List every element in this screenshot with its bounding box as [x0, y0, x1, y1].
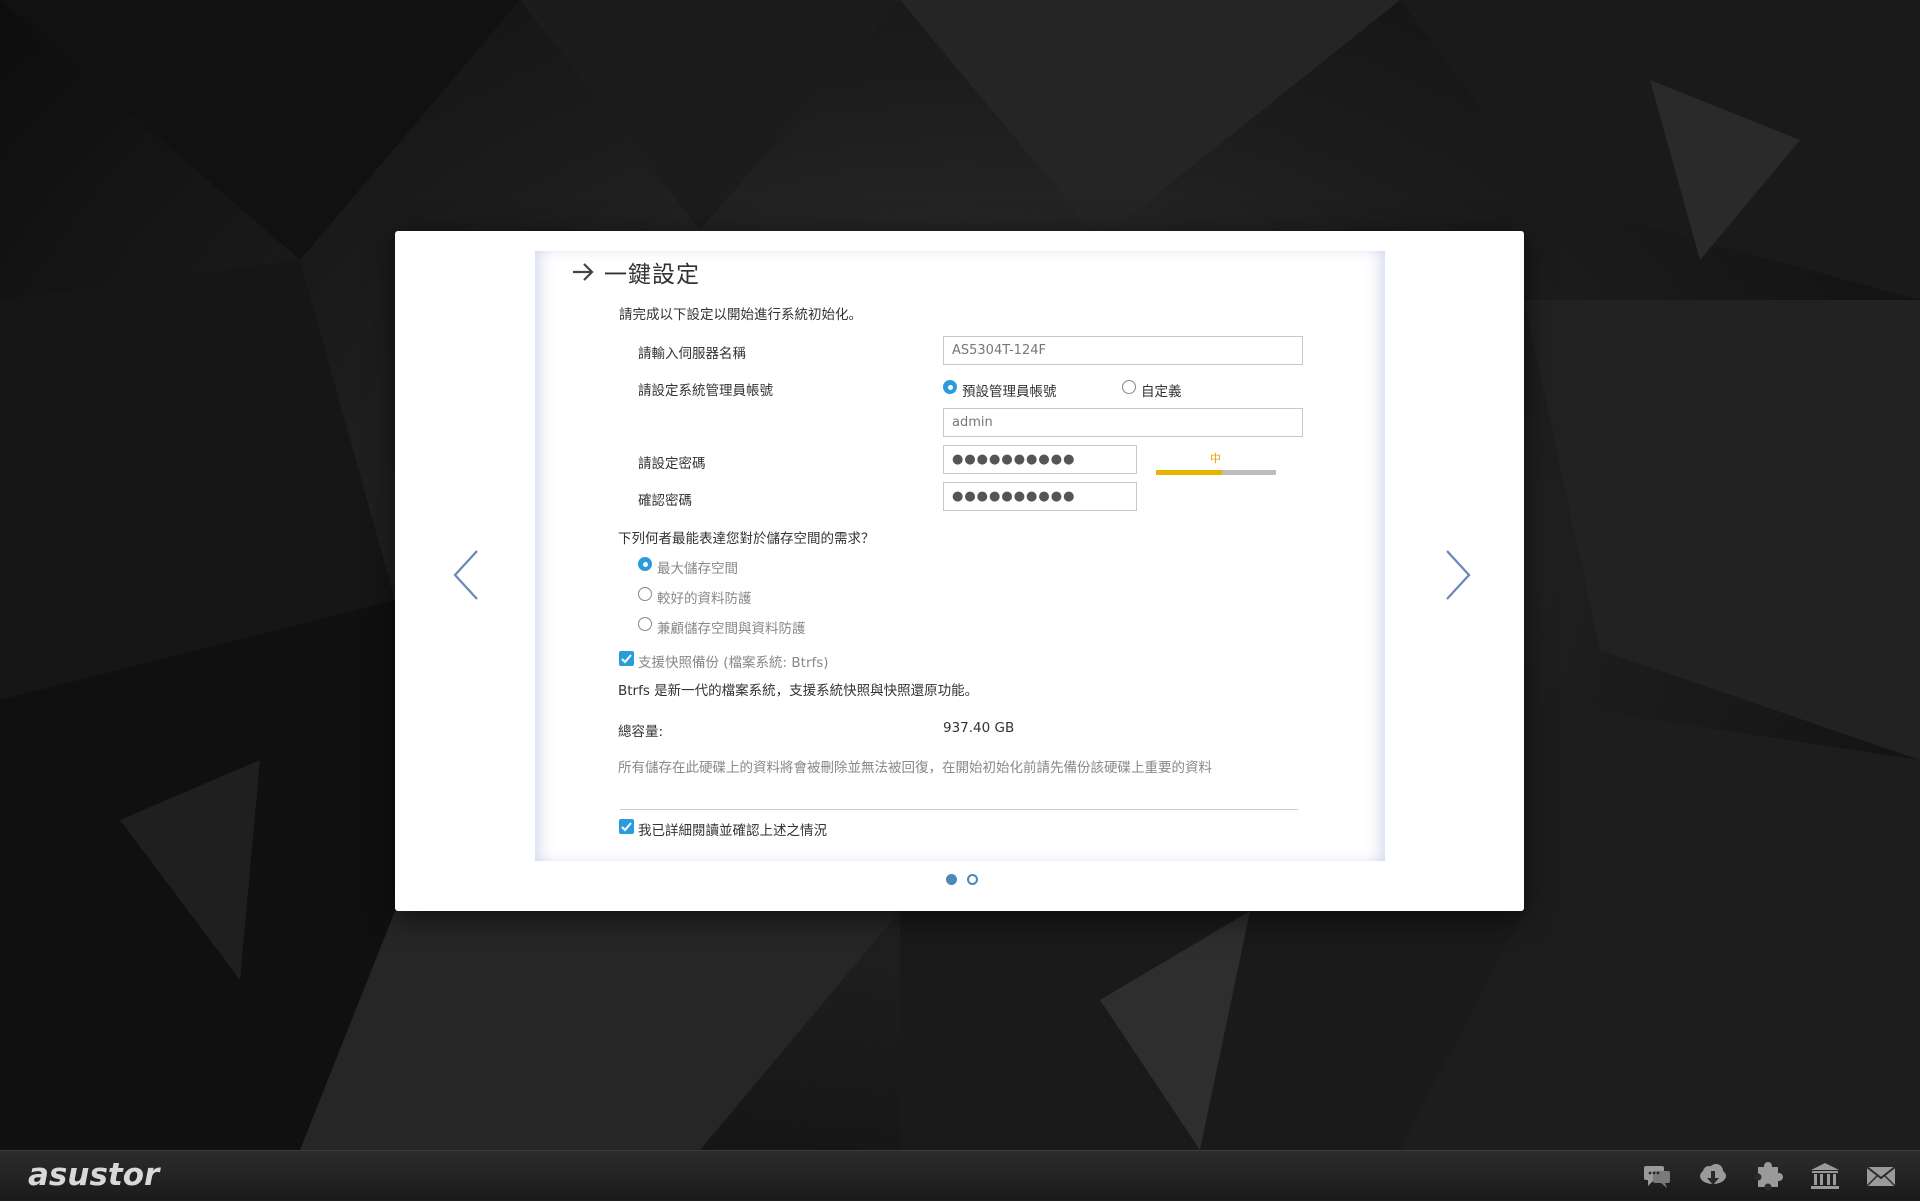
arrow-right-icon	[573, 263, 594, 281]
mail-icon[interactable]	[1865, 1161, 1897, 1191]
admin-account-label: 請設定系統管理員帳號	[638, 383, 773, 399]
storage-question: 下列何者最能表達您對於儲存空間的需求？	[618, 531, 875, 547]
server-name-label: 請輸入伺服器名稱	[638, 346, 746, 362]
confirm-read-checkbox[interactable]	[619, 819, 634, 834]
admin-custom-radio[interactable]	[1122, 380, 1136, 394]
puzzle-icon[interactable]	[1753, 1161, 1785, 1191]
total-capacity-value: 937.40 GB	[943, 720, 1015, 736]
page-dot-1[interactable]	[946, 874, 957, 885]
server-name-input[interactable]: AS5304T-124F	[943, 336, 1303, 365]
storage-option-label-max[interactable]: 最大儲存空間	[657, 557, 738, 577]
asustor-logo: asustor	[28, 1157, 160, 1193]
previous-page-arrow[interactable]	[447, 545, 487, 605]
chat-icon[interactable]	[1641, 1161, 1673, 1191]
wizard-title-row: 一鍵設定	[570, 255, 700, 289]
bank-icon[interactable]	[1809, 1161, 1841, 1191]
divider	[620, 809, 1298, 810]
admin-username-input[interactable]: admin	[943, 408, 1303, 437]
password-strength-fill	[1156, 470, 1222, 475]
password-strength-label: 中	[1210, 452, 1221, 465]
confirm-read-label[interactable]: 我已詳細閱讀並確認上述之情況	[638, 819, 827, 839]
data-erase-warning: 所有儲存在此硬碟上的資料將會被刪除並無法被回復，在開始初始化前請先備份該硬碟上重…	[618, 760, 1212, 776]
admin-default-radio[interactable]	[943, 380, 957, 394]
page-dot-2[interactable]	[967, 874, 978, 885]
storage-option-label-balanced[interactable]: 兼顧儲存空間與資料防護	[657, 617, 806, 637]
checkmark-icon	[621, 822, 632, 832]
btrfs-note: Btrfs 是新一代的檔案系統，支援系統快照與快照還原功能。	[618, 683, 979, 699]
snapshot-label[interactable]: 支援快照備份 (檔案系統: Btrfs)	[638, 651, 829, 671]
confirm-password-label: 確認密碼	[638, 493, 692, 509]
password-label: 請設定密碼	[638, 456, 706, 472]
confirm-password-input[interactable]: ●●●●●●●●●●	[943, 482, 1137, 511]
storage-option-radio-protection[interactable]	[638, 587, 652, 601]
password-input[interactable]: ●●●●●●●●●●	[943, 445, 1137, 474]
admin-default-label[interactable]: 預設管理員帳號	[962, 380, 1057, 400]
taskbar: asustor	[0, 1150, 1920, 1201]
cloud-download-icon[interactable]	[1697, 1161, 1729, 1191]
password-strength-meter	[1156, 470, 1276, 475]
storage-option-radio-max[interactable]	[638, 557, 652, 571]
wizard-title: 一鍵設定	[604, 262, 700, 288]
wizard-intro-text: 請完成以下設定以開始進行系統初始化。	[619, 307, 862, 323]
storage-option-label-protection[interactable]: 較好的資料防護	[657, 587, 752, 607]
next-page-arrow[interactable]	[1437, 545, 1477, 605]
snapshot-checkbox[interactable]	[619, 651, 634, 666]
admin-custom-label[interactable]: 自定義	[1141, 380, 1182, 400]
storage-option-radio-balanced[interactable]	[638, 617, 652, 631]
checkmark-icon	[621, 654, 632, 664]
setup-wizard-dialog: 一鍵設定 請完成以下設定以開始進行系統初始化。 請輸入伺服器名稱 AS5304T…	[395, 231, 1524, 911]
total-capacity-label: 總容量:	[618, 724, 664, 740]
